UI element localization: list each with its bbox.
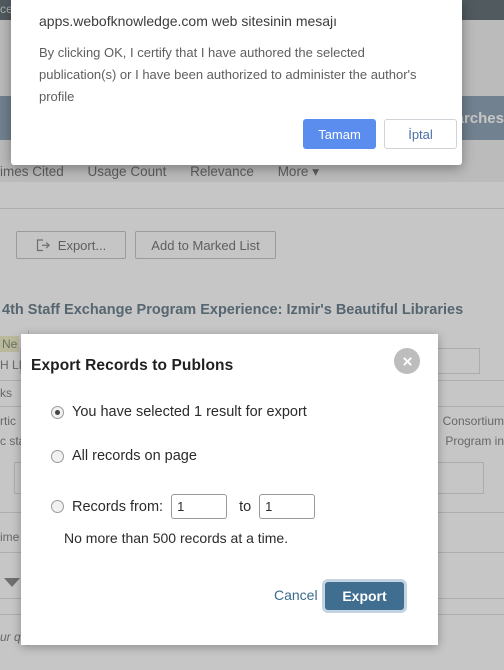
browser-alert-dialog: apps.webofknowledge.com web sitesinin me… [11,0,462,165]
radio-records-range[interactable] [51,500,64,513]
alert-title: apps.webofknowledge.com web sitesinin me… [39,13,338,29]
option-all-records-on-page-label: All records on page [72,448,197,464]
records-to-input[interactable] [259,494,316,519]
option-all-records-on-page[interactable]: All records on page [51,448,197,464]
alert-ok-button[interactable]: Tamam [303,119,376,149]
screen: ce arches imes Cited Usage Count Relevan… [0,0,504,670]
option-records-range-label: Records from: [72,498,164,515]
export-modal-title: Export Records to Publons [31,357,234,374]
export-submit-button[interactable]: Export [322,579,407,613]
range-to-label: to [239,498,252,515]
option-selected-results-label: You have selected 1 result for export [72,404,307,420]
option-selected-results[interactable]: You have selected 1 result for export [51,404,307,420]
records-from-input[interactable] [171,494,228,519]
alert-message: By clicking OK, I certify that I have au… [39,45,417,104]
close-icon[interactable] [394,348,420,374]
cancel-link[interactable]: Cancel [274,587,318,603]
radio-all-records-on-page[interactable] [51,449,64,463]
option-records-range[interactable]: Records from: to [51,494,316,519]
radio-selected-results[interactable] [51,405,64,419]
alert-cancel-button[interactable]: İptal [384,119,457,149]
records-limit-note: No more than 500 records at a time. [64,530,289,546]
